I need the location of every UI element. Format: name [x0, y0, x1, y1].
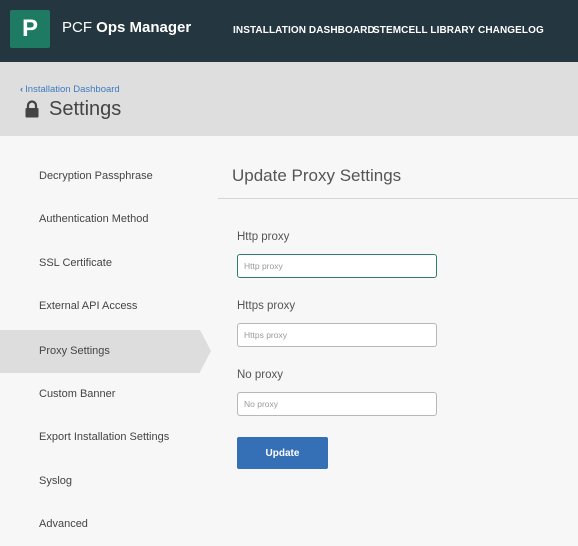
- app-title[interactable]: PCF Ops Manager: [62, 19, 191, 36]
- sidebar-item-decryption-passphrase[interactable]: Decryption Passphrase: [0, 155, 200, 198]
- lock-icon: [25, 100, 39, 118]
- sidebar-item-syslog[interactable]: Syslog: [0, 460, 200, 503]
- section-divider: [218, 198, 578, 199]
- page-header: ‹ Installation Dashboard Settings: [0, 62, 578, 136]
- sidebar-item-label: Proxy Settings: [39, 345, 110, 357]
- sidebar-item-label: Export Installation Settings: [39, 431, 170, 443]
- https-proxy-label: Https proxy: [237, 300, 296, 312]
- sidebar-item-label: Advanced: [39, 518, 88, 530]
- http-proxy-input[interactable]: [237, 254, 437, 278]
- section-title: Update Proxy Settings: [232, 166, 402, 185]
- update-button[interactable]: Update: [237, 437, 328, 469]
- sidebar-item-label: Custom Banner: [39, 388, 116, 400]
- chevron-left-icon: ‹: [20, 84, 24, 95]
- sidebar-item-ssl-certificate[interactable]: SSL Certificate: [0, 242, 200, 285]
- no-proxy-input[interactable]: [237, 392, 437, 416]
- sidebar-item-advanced[interactable]: Advanced: [0, 503, 200, 546]
- settings-sidebar: Decryption Passphrase Authentication Met…: [0, 136, 212, 546]
- breadcrumb-link[interactable]: Installation Dashboard: [25, 84, 120, 95]
- sidebar-item-label: SSL Certificate: [39, 257, 112, 269]
- http-proxy-label: Http proxy: [237, 231, 290, 243]
- sidebar-item-label: Authentication Method: [39, 213, 149, 225]
- sidebar-item-custom-banner[interactable]: Custom Banner: [0, 373, 200, 416]
- sidebar-item-external-api-access[interactable]: External API Access: [0, 285, 200, 328]
- sidebar-item-label: External API Access: [39, 300, 138, 312]
- nav-installation-dashboard[interactable]: INSTALLATION DASHBOARD: [233, 25, 375, 36]
- no-proxy-label: No proxy: [237, 369, 284, 381]
- sidebar-item-export-installation-settings[interactable]: Export Installation Settings: [0, 416, 200, 459]
- app-title-prefix: PCF: [62, 19, 92, 36]
- top-navbar: P PCF Ops Manager INSTALLATION DASHBOARD…: [0, 0, 578, 62]
- sidebar-item-authentication-method[interactable]: Authentication Method: [0, 198, 200, 241]
- nav-stemcell-library[interactable]: STEMCELL LIBRARY: [373, 25, 475, 36]
- nav-changelog[interactable]: CHANGELOG: [478, 25, 544, 36]
- sidebar-item-label: Syslog: [39, 475, 73, 487]
- page-title: Settings: [49, 98, 122, 120]
- pivotal-logo-icon[interactable]: P: [10, 10, 50, 48]
- logo-letter: P: [21, 15, 38, 42]
- sidebar-item-label: Decryption Passphrase: [39, 170, 153, 182]
- sidebar-item-proxy-settings[interactable]: Proxy Settings: [0, 330, 211, 373]
- breadcrumb[interactable]: ‹ Installation Dashboard: [20, 84, 120, 95]
- active-indicator: [200, 330, 211, 372]
- https-proxy-input[interactable]: [237, 323, 437, 347]
- app-title-name: Ops Manager: [96, 19, 192, 36]
